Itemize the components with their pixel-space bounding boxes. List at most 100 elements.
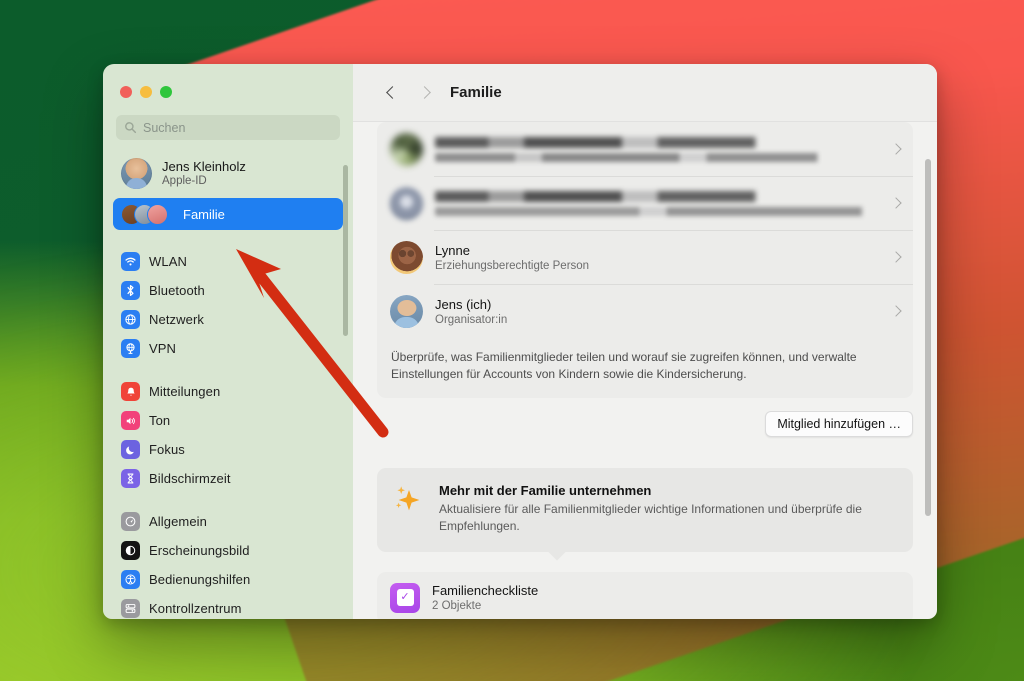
back-button[interactable] bbox=[376, 78, 408, 108]
sound-icon bbox=[121, 411, 140, 430]
search-placeholder: Suchen bbox=[143, 120, 186, 135]
accessibility-icon bbox=[121, 570, 140, 589]
promo-callout: Mehr mit der Familie unternehmen Aktuali… bbox=[377, 467, 913, 561]
search-field[interactable]: Suchen bbox=[116, 115, 340, 140]
sidebar-item-label: Ton bbox=[149, 413, 171, 428]
family-description: Überprüfe, was Familienmitglieder teilen… bbox=[391, 350, 857, 382]
sidebar-item-label: Bedienungshilfen bbox=[149, 572, 251, 587]
wifi-icon bbox=[121, 252, 140, 271]
sidebar-item-bluetooth[interactable]: Bluetooth bbox=[113, 276, 343, 305]
checklist-count: 2 Objekte bbox=[432, 600, 482, 613]
hourglass-icon bbox=[121, 469, 140, 488]
family-checklist-row[interactable]: ✓ Familiencheckliste 2 Objekte bbox=[377, 571, 913, 619]
globe-icon bbox=[121, 310, 140, 329]
sidebar-item-label: Fokus bbox=[149, 442, 185, 457]
sidebar-item-fokus[interactable]: Fokus bbox=[113, 435, 343, 464]
sidebar-divider-1 bbox=[103, 233, 353, 247]
sidebar-scroll-area: Jens Kleinholz Apple-ID Familie WLAN Blu… bbox=[103, 140, 353, 619]
member-name-redacted bbox=[435, 190, 880, 202]
avatar bbox=[121, 157, 152, 189]
sidebar-item-kontrollzentrum[interactable]: Kontrollzentrum bbox=[113, 594, 343, 619]
sidebar-divider-2 bbox=[103, 363, 353, 377]
sidebar-item-label: Kontrollzentrum bbox=[149, 601, 242, 616]
member-role: Organisator:in bbox=[435, 313, 508, 326]
sidebar-item-label: Allgemein bbox=[149, 514, 207, 529]
member-avatar-lynne bbox=[390, 240, 423, 274]
sidebar-scrollbar[interactable] bbox=[343, 165, 348, 336]
sidebar-item-label: Bluetooth bbox=[149, 283, 205, 298]
member-avatar-jens bbox=[390, 294, 423, 328]
sidebar-item-familie[interactable]: Familie bbox=[113, 198, 343, 230]
table-row[interactable] bbox=[377, 122, 913, 176]
bluetooth-icon bbox=[121, 281, 140, 300]
sidebar-item-erscheinungsbild[interactable]: Erscheinungsbild bbox=[113, 536, 343, 565]
promo-tail bbox=[547, 550, 567, 561]
sidebar-item-label: WLAN bbox=[149, 254, 187, 269]
table-row[interactable] bbox=[377, 176, 913, 230]
sparkles-icon bbox=[393, 483, 427, 519]
detail-scrollbar[interactable] bbox=[925, 159, 931, 516]
detail-pane: Familie Lynne Erziehungsberechtigte Pers… bbox=[353, 64, 937, 619]
member-avatar-blurred-2 bbox=[390, 186, 423, 220]
sidebar-item-label: Mitteilungen bbox=[149, 384, 221, 399]
add-member-button[interactable]: Mitglied hinzufügen … bbox=[765, 410, 913, 437]
account-subtitle: Apple-ID bbox=[162, 175, 207, 187]
sidebar-item-label: Erscheinungsbild bbox=[149, 543, 250, 558]
sidebar-item-bildschirmzeit[interactable]: Bildschirmzeit bbox=[113, 464, 343, 493]
promo-body: Aktualisiere für alle Familienmitglieder… bbox=[439, 501, 862, 534]
family-avatar-3 bbox=[147, 204, 168, 225]
checkmark-icon: ✓ bbox=[396, 589, 414, 607]
page-title: Familie bbox=[450, 84, 502, 101]
minimize-button[interactable] bbox=[140, 86, 152, 98]
member-name: Lynne bbox=[435, 242, 470, 258]
sidebar-item-label: Netzwerk bbox=[149, 312, 204, 327]
notifications-icon bbox=[121, 382, 140, 401]
add-member-row: Mitglied hinzufügen … bbox=[377, 410, 913, 437]
sidebar: Suchen Jens Kleinholz Apple-ID Familie W… bbox=[103, 64, 353, 619]
checklist-title: Familiencheckliste bbox=[432, 583, 539, 599]
zoom-button[interactable] bbox=[160, 86, 172, 98]
focus-moon-icon bbox=[121, 440, 140, 459]
vpn-globe-icon bbox=[121, 339, 140, 358]
sidebar-item-vpn[interactable]: VPN bbox=[113, 334, 343, 363]
control-center-icon bbox=[121, 599, 140, 618]
forward-button[interactable] bbox=[408, 78, 440, 108]
sidebar-item-wlan[interactable]: WLAN bbox=[113, 247, 343, 276]
member-name-redacted bbox=[435, 136, 880, 148]
window-controls bbox=[103, 64, 353, 98]
chevron-right-icon bbox=[890, 197, 902, 209]
family-avatars bbox=[121, 202, 173, 226]
table-row[interactable]: Jens (ich) Organisator:in bbox=[377, 284, 913, 338]
sidebar-item-mitteilungen[interactable]: Mitteilungen bbox=[113, 377, 343, 406]
toolbar: Familie bbox=[353, 64, 937, 122]
system-settings-window: Suchen Jens Kleinholz Apple-ID Familie W… bbox=[103, 64, 937, 619]
appearance-icon bbox=[121, 541, 140, 560]
sidebar-item-apple-id[interactable]: Jens Kleinholz Apple-ID bbox=[113, 151, 343, 195]
sidebar-item-label: Familie bbox=[183, 206, 225, 222]
detail-scroll-area: Lynne Erziehungsberechtigte Person Jens … bbox=[353, 122, 937, 619]
promo-title: Mehr mit der Familie unternehmen bbox=[439, 482, 652, 498]
sidebar-item-label: Bildschirmzeit bbox=[149, 471, 231, 486]
member-role-redacted bbox=[435, 206, 880, 216]
family-members-card: Lynne Erziehungsberechtigte Person Jens … bbox=[377, 122, 913, 398]
chevron-left-icon bbox=[385, 86, 399, 99]
chevron-right-icon bbox=[417, 86, 431, 99]
close-button[interactable] bbox=[120, 86, 132, 98]
chevron-right-icon bbox=[890, 305, 902, 317]
table-row[interactable]: Lynne Erziehungsberechtigte Person bbox=[377, 230, 913, 284]
account-name: Jens Kleinholz bbox=[162, 159, 246, 174]
sidebar-item-netzwerk[interactable]: Netzwerk bbox=[113, 305, 343, 334]
chevron-right-icon bbox=[890, 143, 902, 155]
sidebar-item-ton[interactable]: Ton bbox=[113, 406, 343, 435]
sidebar-item-allgemein[interactable]: Allgemein bbox=[113, 507, 343, 536]
member-role: Erziehungsberechtigte Person bbox=[435, 259, 590, 272]
checklist-app-icon: ✓ bbox=[390, 582, 420, 613]
member-role-redacted bbox=[435, 152, 880, 162]
member-avatar-blurred-1 bbox=[390, 132, 423, 166]
search-icon bbox=[125, 122, 137, 134]
chevron-right-icon bbox=[890, 251, 902, 263]
sidebar-item-label: VPN bbox=[149, 341, 177, 356]
sidebar-item-bedienungshilfen[interactable]: Bedienungshilfen bbox=[113, 565, 343, 594]
general-gear-icon bbox=[121, 512, 140, 531]
sidebar-divider-3 bbox=[103, 493, 353, 507]
